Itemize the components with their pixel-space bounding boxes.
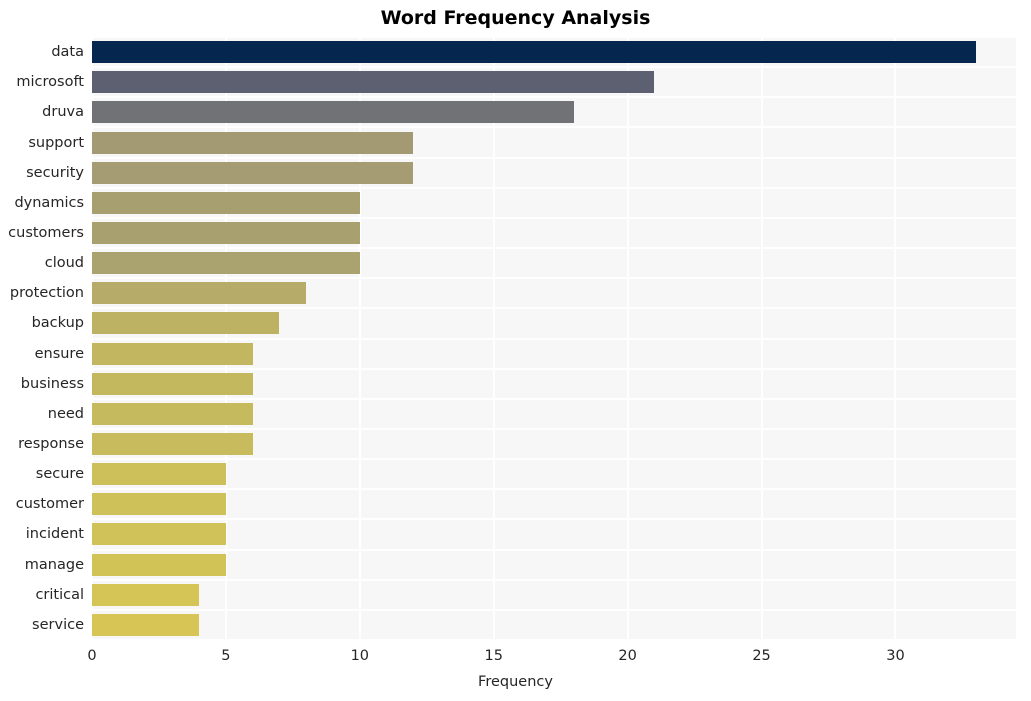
- bar-response[interactable]: [92, 433, 253, 456]
- gridline-vertical-25: [760, 37, 763, 640]
- gridline-horizontal: [92, 186, 1016, 189]
- bar-customers[interactable]: [92, 221, 360, 244]
- bar-data[interactable]: [92, 41, 976, 64]
- gridline-horizontal: [92, 126, 1016, 129]
- y-axis-label-customers: customers: [8, 224, 84, 241]
- bar-druva[interactable]: [92, 101, 575, 124]
- gridline-horizontal: [92, 156, 1016, 159]
- y-axis-label-support: support: [28, 134, 84, 151]
- bar-business[interactable]: [92, 372, 253, 395]
- y-axis-label-cloud: cloud: [44, 255, 84, 272]
- gridline-vertical-15: [492, 37, 495, 640]
- bar-microsoft[interactable]: [92, 71, 655, 94]
- x-axis-tick-15: 15: [484, 648, 503, 664]
- gridline-horizontal: [92, 578, 1016, 581]
- x-axis-tick-0: 0: [87, 648, 97, 664]
- gridline-horizontal: [92, 458, 1016, 461]
- gridline-vertical-30: [894, 37, 897, 640]
- gridline-vertical-10: [358, 37, 361, 640]
- x-axis-title: Frequency: [478, 674, 553, 690]
- y-axis-label-manage: manage: [24, 556, 84, 573]
- x-axis-tick-30: 30: [886, 648, 905, 664]
- gridline-horizontal: [92, 397, 1016, 400]
- y-axis-label-microsoft: microsoft: [16, 74, 84, 91]
- gridline-horizontal: [92, 518, 1016, 521]
- x-axis-tick-10: 10: [350, 648, 370, 664]
- gridline-horizontal: [92, 608, 1016, 611]
- gridline-horizontal: [92, 639, 1016, 640]
- gridline-vertical-5: [224, 37, 227, 640]
- y-axis-label-critical: critical: [35, 586, 84, 603]
- y-axis-label-dynamics: dynamics: [14, 194, 84, 211]
- gridline-horizontal: [92, 277, 1016, 280]
- bar-manage[interactable]: [92, 553, 226, 576]
- x-axis-tick-25: 25: [752, 648, 771, 664]
- y-axis-label-business: business: [20, 375, 84, 392]
- y-axis-label-secure: secure: [35, 466, 84, 483]
- gridline-horizontal: [92, 427, 1016, 430]
- bar-backup[interactable]: [92, 312, 280, 335]
- gridline-vertical-0: [92, 37, 93, 640]
- y-axis-label-ensure: ensure: [34, 345, 84, 362]
- y-axis-label-customer: customer: [15, 496, 84, 513]
- gridline-horizontal: [92, 66, 1016, 69]
- y-axis-label-backup: backup: [31, 315, 84, 332]
- bar-customer[interactable]: [92, 493, 226, 516]
- y-axis-label-need: need: [47, 405, 84, 422]
- gridline-horizontal: [92, 307, 1016, 310]
- gridline-horizontal: [92, 367, 1016, 370]
- gridline-horizontal: [92, 96, 1016, 99]
- y-axis-labels: data microsoft druva support security dynamic…: [0, 37, 84, 640]
- bar-security[interactable]: [92, 161, 414, 184]
- y-axis-label-data: data: [51, 44, 84, 61]
- gridline-horizontal: [92, 216, 1016, 219]
- x-axis-tick-5: 5: [221, 648, 231, 664]
- y-axis-label-druva: druva: [42, 104, 84, 121]
- gridline-horizontal: [92, 488, 1016, 491]
- bar-protection[interactable]: [92, 282, 307, 305]
- bar-support[interactable]: [92, 131, 414, 154]
- gridline-vertical-20: [626, 37, 629, 640]
- bar-secure[interactable]: [92, 463, 226, 486]
- y-axis-label-protection: protection: [9, 285, 84, 302]
- y-axis-label-service: service: [32, 616, 84, 633]
- plot-area: [92, 37, 1016, 640]
- gridline-horizontal: [92, 247, 1016, 250]
- bar-ensure[interactable]: [92, 342, 253, 365]
- x-axis-tick-labels: 0 5 10 15 20 25 30: [0, 646, 1031, 668]
- bar-need[interactable]: [92, 402, 253, 425]
- bar-cloud[interactable]: [92, 252, 360, 275]
- y-axis-label-response: response: [18, 436, 84, 453]
- chart-title: Word Frequency Analysis: [380, 7, 651, 29]
- word-frequency-chart-figure: Word Frequency Analysis data microsoft dru…: [0, 0, 1031, 701]
- bar-service[interactable]: [92, 613, 200, 636]
- gridline-horizontal: [92, 37, 1016, 38]
- gridline-horizontal: [92, 337, 1016, 340]
- bar-critical[interactable]: [92, 583, 200, 606]
- y-axis-label-incident: incident: [25, 526, 84, 543]
- bar-dynamics[interactable]: [92, 191, 360, 214]
- y-axis-label-security: security: [26, 164, 84, 181]
- bar-incident[interactable]: [92, 523, 226, 546]
- gridline-horizontal: [92, 548, 1016, 551]
- x-axis-tick-20: 20: [618, 648, 637, 664]
